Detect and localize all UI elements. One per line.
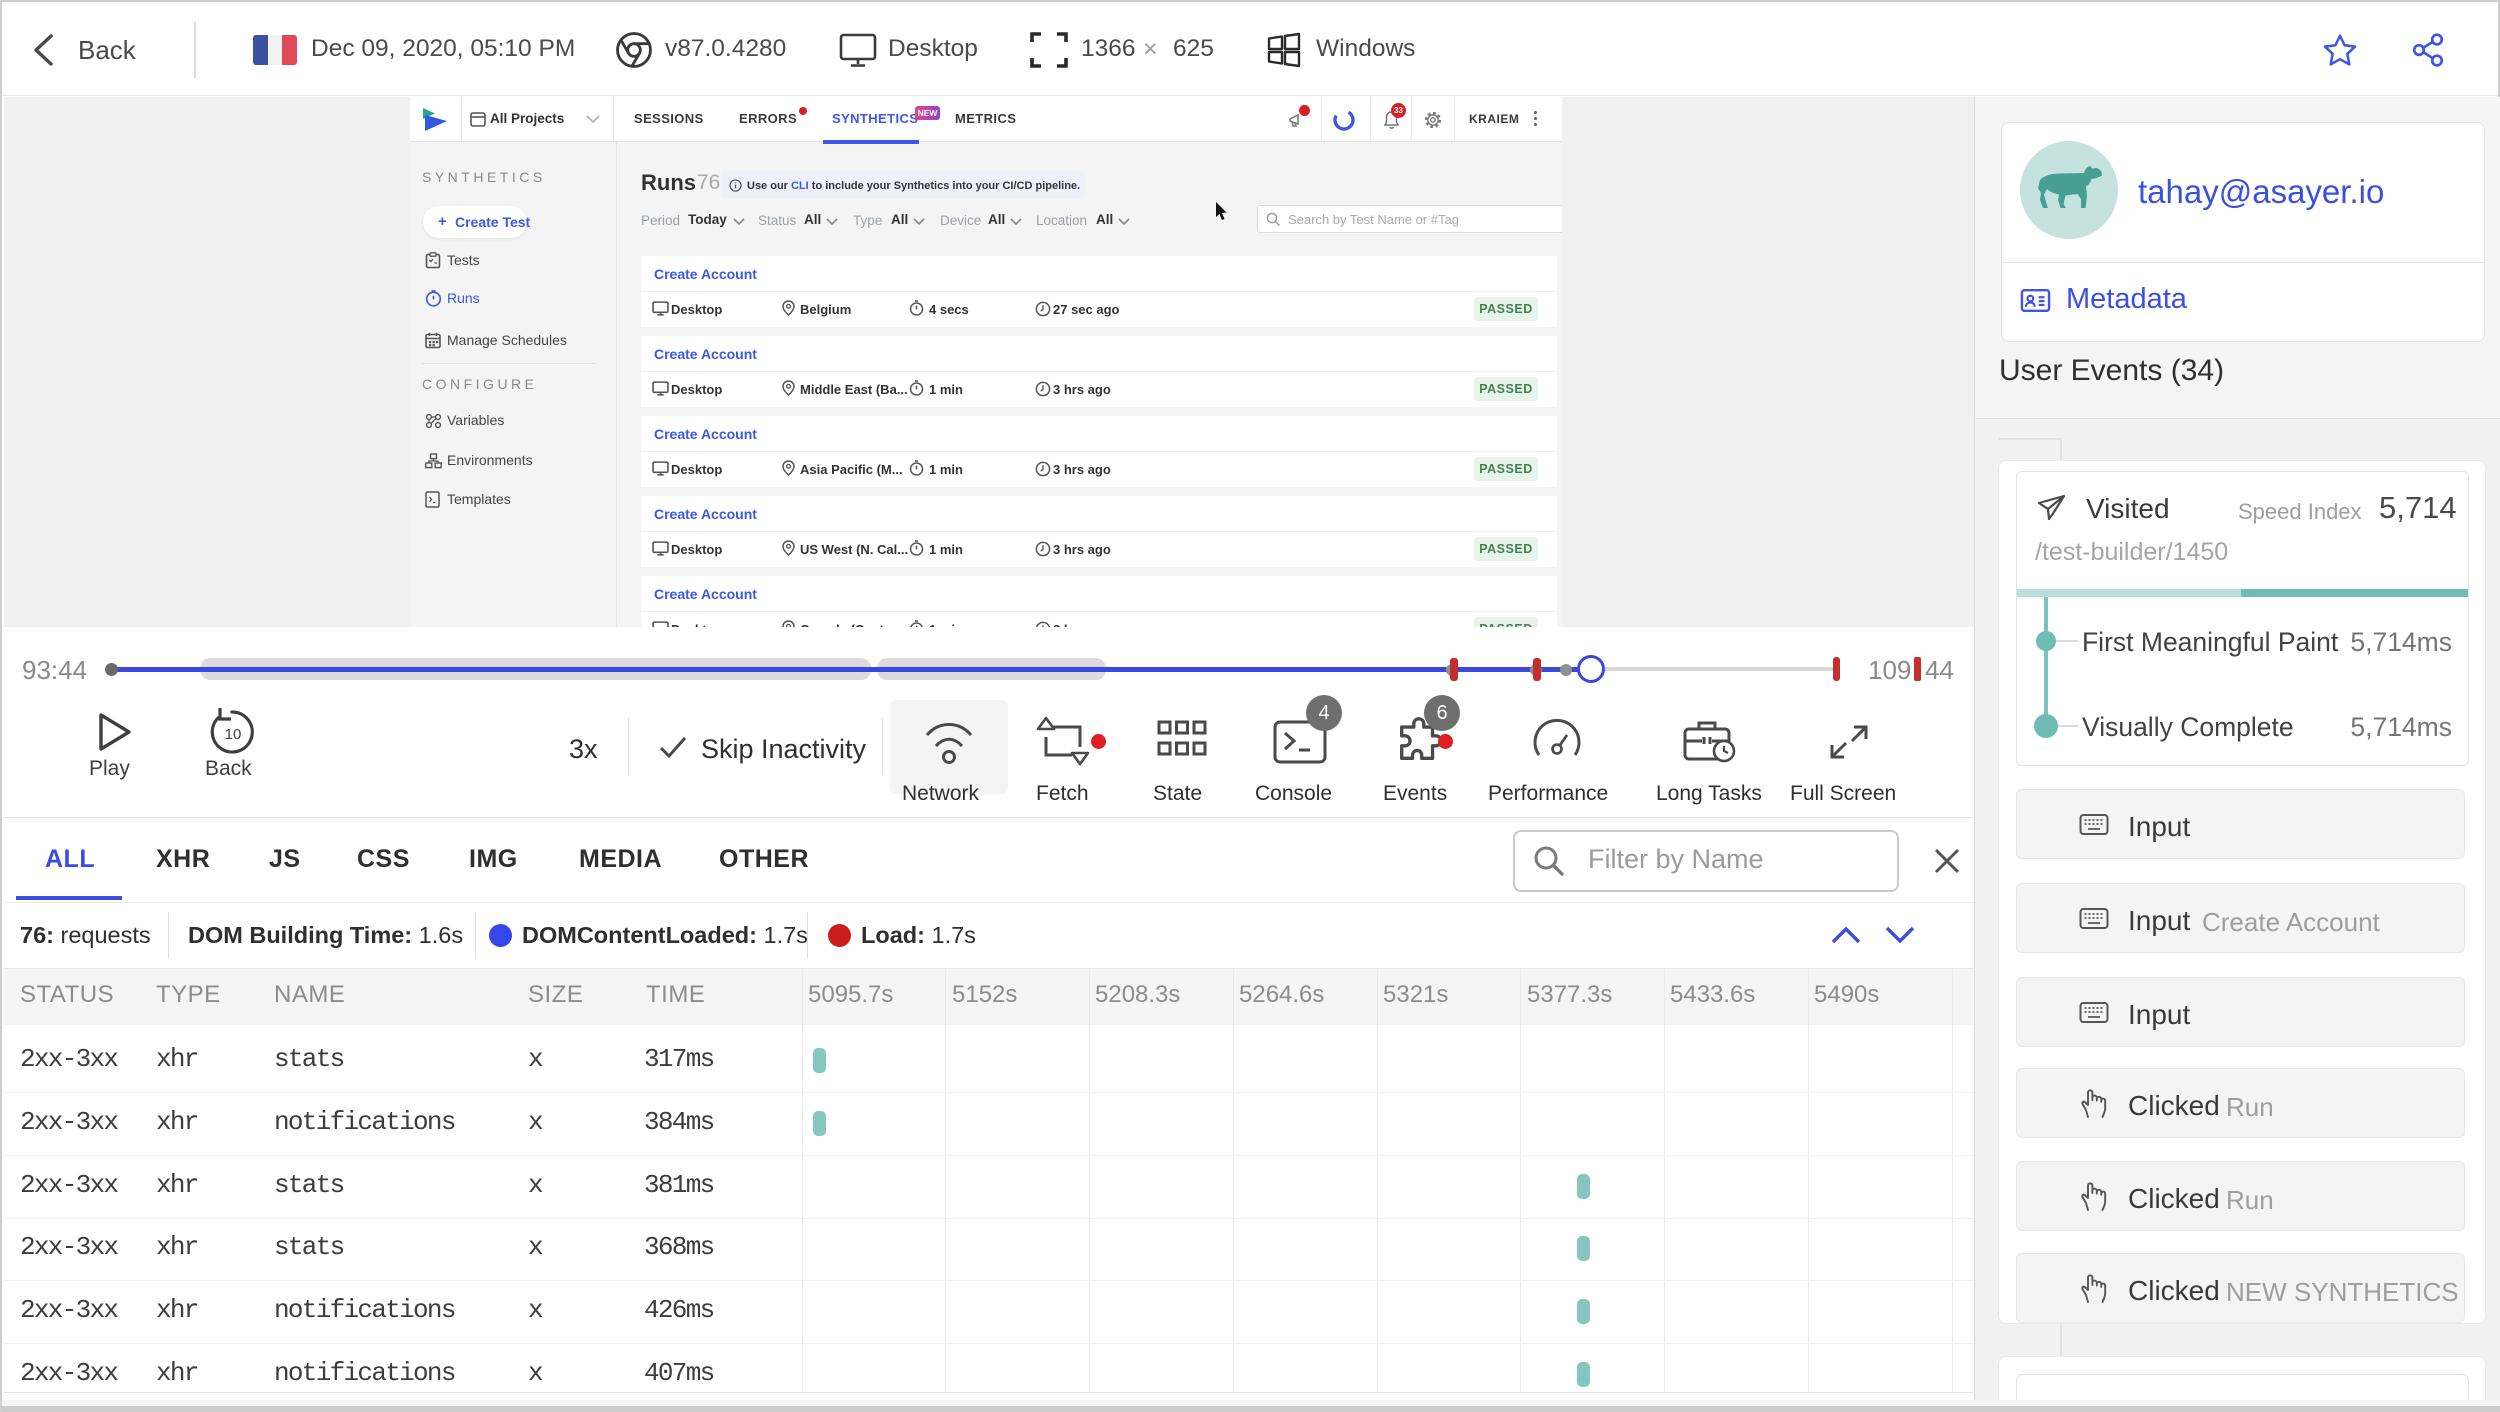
svg-text:10: 10 bbox=[225, 726, 242, 743]
